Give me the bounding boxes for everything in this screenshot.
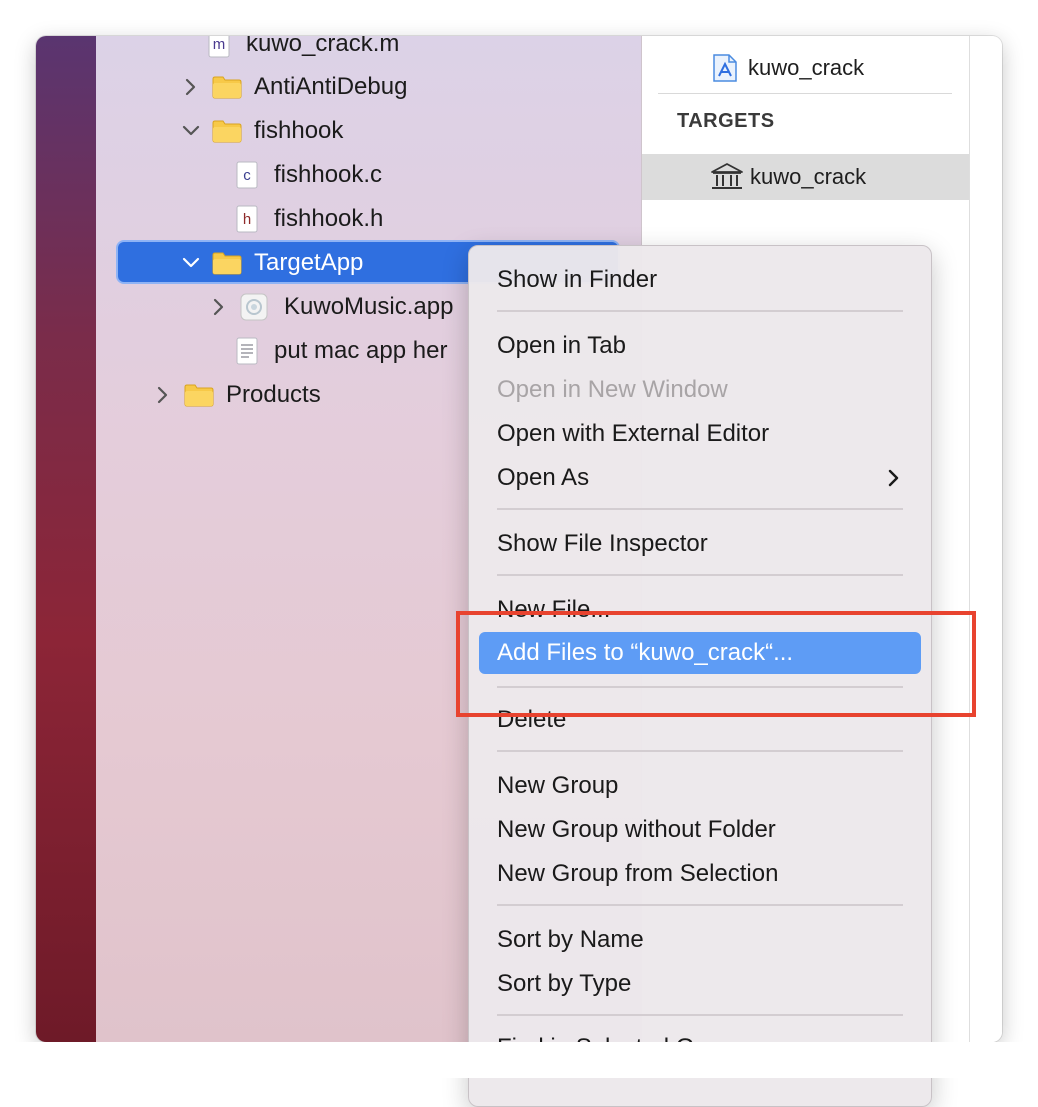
folder-icon — [184, 384, 214, 407]
menu-item-label: Open As — [497, 464, 590, 491]
menu-separator — [497, 574, 903, 576]
tree-item-label: KuwoMusic.app — [284, 293, 454, 320]
tree-item-products[interactable]: Products — [152, 373, 321, 417]
menu-separator — [497, 310, 903, 312]
menu-item-open-in-new-window: Open in New Window — [497, 376, 728, 403]
target-list-item[interactable]: kuwo_crack — [642, 154, 969, 200]
sidebar-edge-strip — [36, 36, 96, 1042]
menu-item-open-with-external-editor[interactable]: Open with External Editor — [479, 414, 921, 454]
svg-text:h: h — [243, 211, 251, 228]
xcode-project-icon — [713, 54, 737, 82]
menu-separator — [497, 508, 903, 510]
folder-icon — [212, 76, 242, 99]
chevron-right-icon[interactable] — [152, 384, 174, 406]
tree-item-fishhook-h[interactable]: h fishhook.h — [236, 197, 383, 241]
menu-separator — [497, 904, 903, 906]
menu-separator — [497, 1014, 903, 1016]
project-name: kuwo_crack — [748, 55, 865, 80]
tree-item-label: put mac app her — [274, 337, 448, 364]
menu-separator — [497, 750, 903, 752]
divider — [658, 93, 952, 94]
project-list-item[interactable]: kuwo_crack — [712, 50, 864, 86]
menu-item-new-group-from-selection[interactable]: New Group from Selection — [479, 854, 921, 894]
svg-text:m: m — [213, 36, 226, 53]
tree-item-fishhook[interactable]: fishhook — [180, 109, 343, 153]
tree-item-label: kuwo_crack.m — [246, 36, 400, 57]
tree-item-fishhook-c[interactable]: c fishhook.c — [236, 153, 382, 197]
menu-item-show-file-inspector[interactable]: Show File Inspector — [479, 524, 921, 564]
chevron-right-icon[interactable] — [208, 296, 230, 318]
target-name: kuwo_crack — [750, 164, 867, 189]
tree-item-label: fishhook — [254, 117, 344, 144]
menu-item-sort-by-name[interactable]: Sort by Name — [479, 920, 921, 960]
menu-item-new-group[interactable]: New Group — [479, 766, 921, 806]
objc-file-icon: m — [208, 36, 230, 58]
chevron-right-icon[interactable] — [180, 76, 202, 98]
app-bundle-icon — [240, 293, 268, 321]
folder-icon — [212, 252, 242, 275]
tree-item-label: fishhook.h — [274, 205, 384, 232]
menu-item-sort-by-type[interactable]: Sort by Type — [479, 964, 921, 1004]
page-margin-bottom — [0, 1042, 1038, 1078]
tree-item-kuwomusic-app[interactable]: KuwoMusic.app — [208, 285, 453, 329]
annotation-highlight-box — [456, 611, 976, 717]
tree-item-readme-text[interactable]: put mac app her — [236, 329, 447, 373]
tree-item-label: fishhook.c — [274, 161, 383, 188]
chevron-down-icon[interactable] — [180, 252, 202, 274]
header-file-icon: h — [236, 205, 258, 233]
menu-item-open-as[interactable]: Open As — [479, 458, 921, 498]
targets-heading: TARGETS — [677, 110, 775, 132]
tree-item-label: AntiAntiDebug — [254, 73, 408, 100]
chevron-right-icon — [888, 469, 899, 487]
menu-item-show-in-finder[interactable]: Show in Finder — [479, 260, 921, 300]
tree-item-kuwo-crack-m[interactable]: m kuwo_crack.m — [208, 36, 399, 66]
folder-icon — [212, 120, 242, 143]
chevron-down-icon[interactable] — [180, 120, 202, 142]
menu-item-new-group-without-folder[interactable]: New Group without Folder — [479, 810, 921, 850]
menu-item-open-in-tab[interactable]: Open in Tab — [479, 326, 921, 366]
tree-item-label: Products — [226, 381, 321, 408]
c-file-icon: c — [236, 161, 258, 189]
target-building-icon — [711, 163, 743, 189]
tree-item-label: TargetApp — [254, 249, 364, 276]
svg-text:c: c — [243, 167, 251, 184]
inspector-edge — [970, 36, 1002, 1042]
text-file-icon — [236, 337, 258, 365]
tree-item-targetapp[interactable]: TargetApp — [180, 241, 363, 285]
tree-item-antiantidebug[interactable]: AntiAntiDebug — [180, 65, 407, 109]
